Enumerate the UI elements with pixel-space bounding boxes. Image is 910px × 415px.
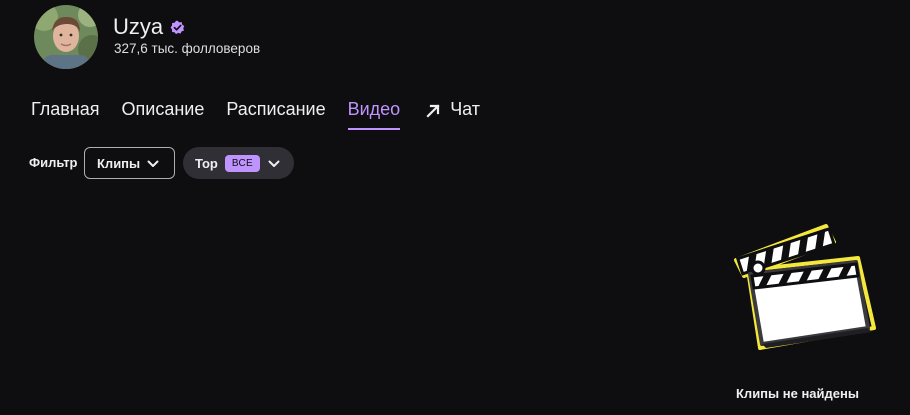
channel-title[interactable]: Uzya (113, 13, 185, 41)
avatar-image (34, 5, 98, 69)
empty-state-message: Клипы не найдены (736, 386, 859, 401)
sort-value: Top (195, 155, 218, 171)
channel-videos-page: Uzya 327,6 тыс. фолловеров Главная Описа… (0, 0, 910, 415)
tab-schedule[interactable]: Расписание (226, 99, 325, 131)
filter-label: Фильтр (29, 155, 78, 170)
verified-badge-icon (170, 20, 185, 35)
chevron-down-icon (147, 156, 159, 171)
clapperboard-icon (728, 218, 884, 356)
channel-name[interactable]: Uzya (113, 13, 163, 41)
clip-type-dropdown[interactable]: Клипы (84, 147, 175, 179)
external-arrow-icon (426, 102, 440, 123)
tab-about[interactable]: Описание (122, 99, 205, 131)
channel-tabs: Главная Описание Расписание Видео Чат (31, 99, 502, 131)
tab-chat[interactable]: Чат (426, 99, 480, 131)
tab-home[interactable]: Главная (31, 99, 100, 131)
clip-type-value: Клипы (97, 155, 141, 171)
follower-count: 327,6 тыс. фолловеров (114, 41, 261, 56)
chevron-down-icon (268, 156, 280, 171)
tab-videos[interactable]: Видео (347, 99, 400, 131)
range-badge: ВСЕ (224, 154, 260, 172)
avatar[interactable] (34, 5, 98, 69)
tab-chat-label: Чат (450, 99, 481, 119)
sort-dropdown[interactable]: Top ВСЕ (183, 147, 294, 179)
